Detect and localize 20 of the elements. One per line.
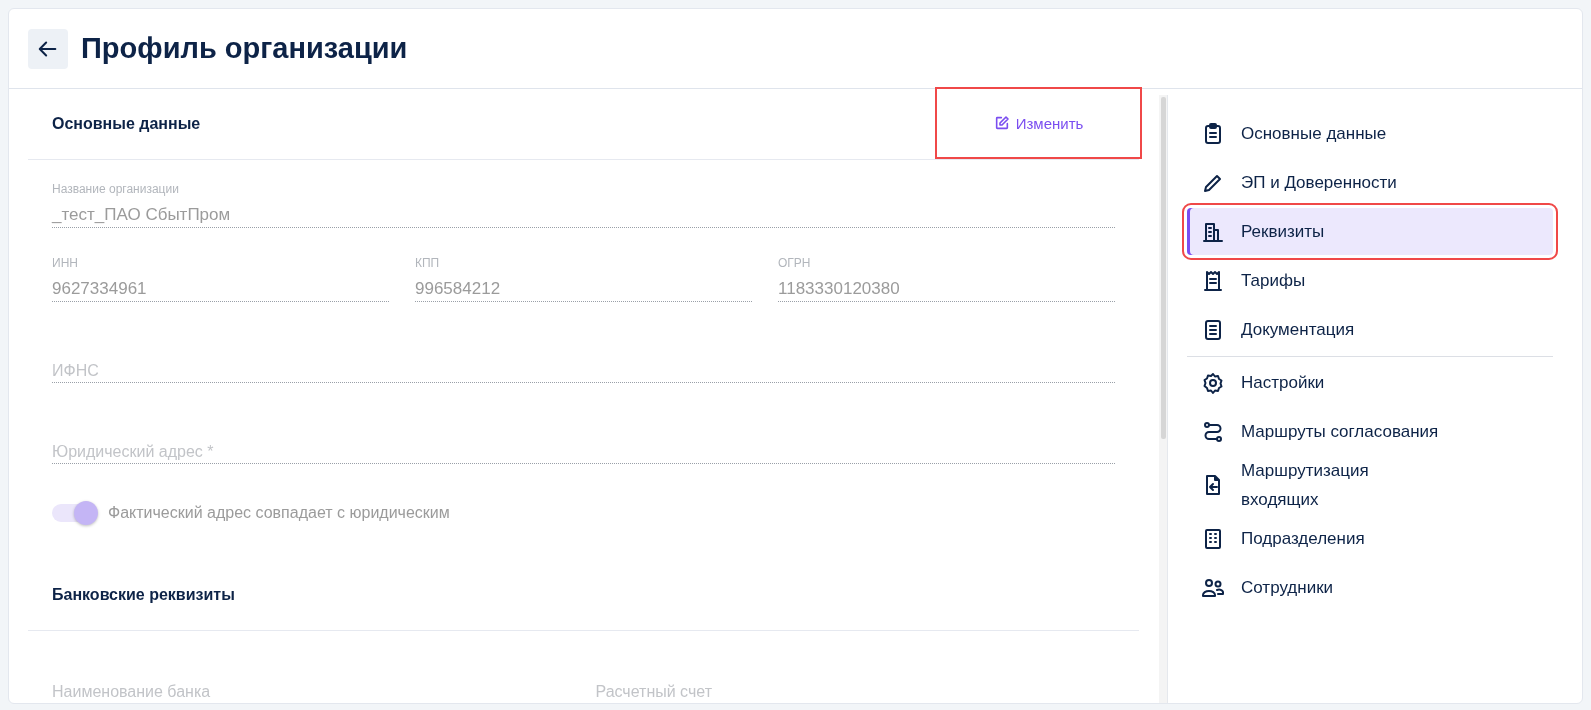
edit-button[interactable]: Изменить [989,110,1088,136]
nav-icon [1201,419,1225,444]
page-title: Профиль организации [81,32,408,65]
nav-item[interactable]: Документация [1187,305,1553,354]
nav-item[interactable]: Тарифы [1187,256,1553,305]
nav-item[interactable]: Настройки [1187,358,1553,407]
nav-item[interactable]: Подразделения [1187,514,1553,563]
back-button[interactable] [28,28,68,69]
nav-item[interactable]: Сотрудники [1187,563,1553,612]
nav-item[interactable]: Маршрутизация входящих [1187,456,1553,514]
nav-icon [1201,370,1225,395]
toggle-label: Фактический адрес совпадает с юридическим [108,504,450,522]
section-title: Основные данные [51,115,201,133]
nav-item[interactable]: ЭП и Доверенности [1187,158,1553,207]
nav-item[interactable]: Маршруты согласования [1187,407,1553,456]
scrollbar[interactable] [1159,95,1168,703]
nav-item[interactable]: Основные данные [1187,109,1553,158]
section-title: Банковские реквизиты [51,586,235,604]
edit-icon [993,115,1010,131]
nav-icon [1201,268,1225,293]
